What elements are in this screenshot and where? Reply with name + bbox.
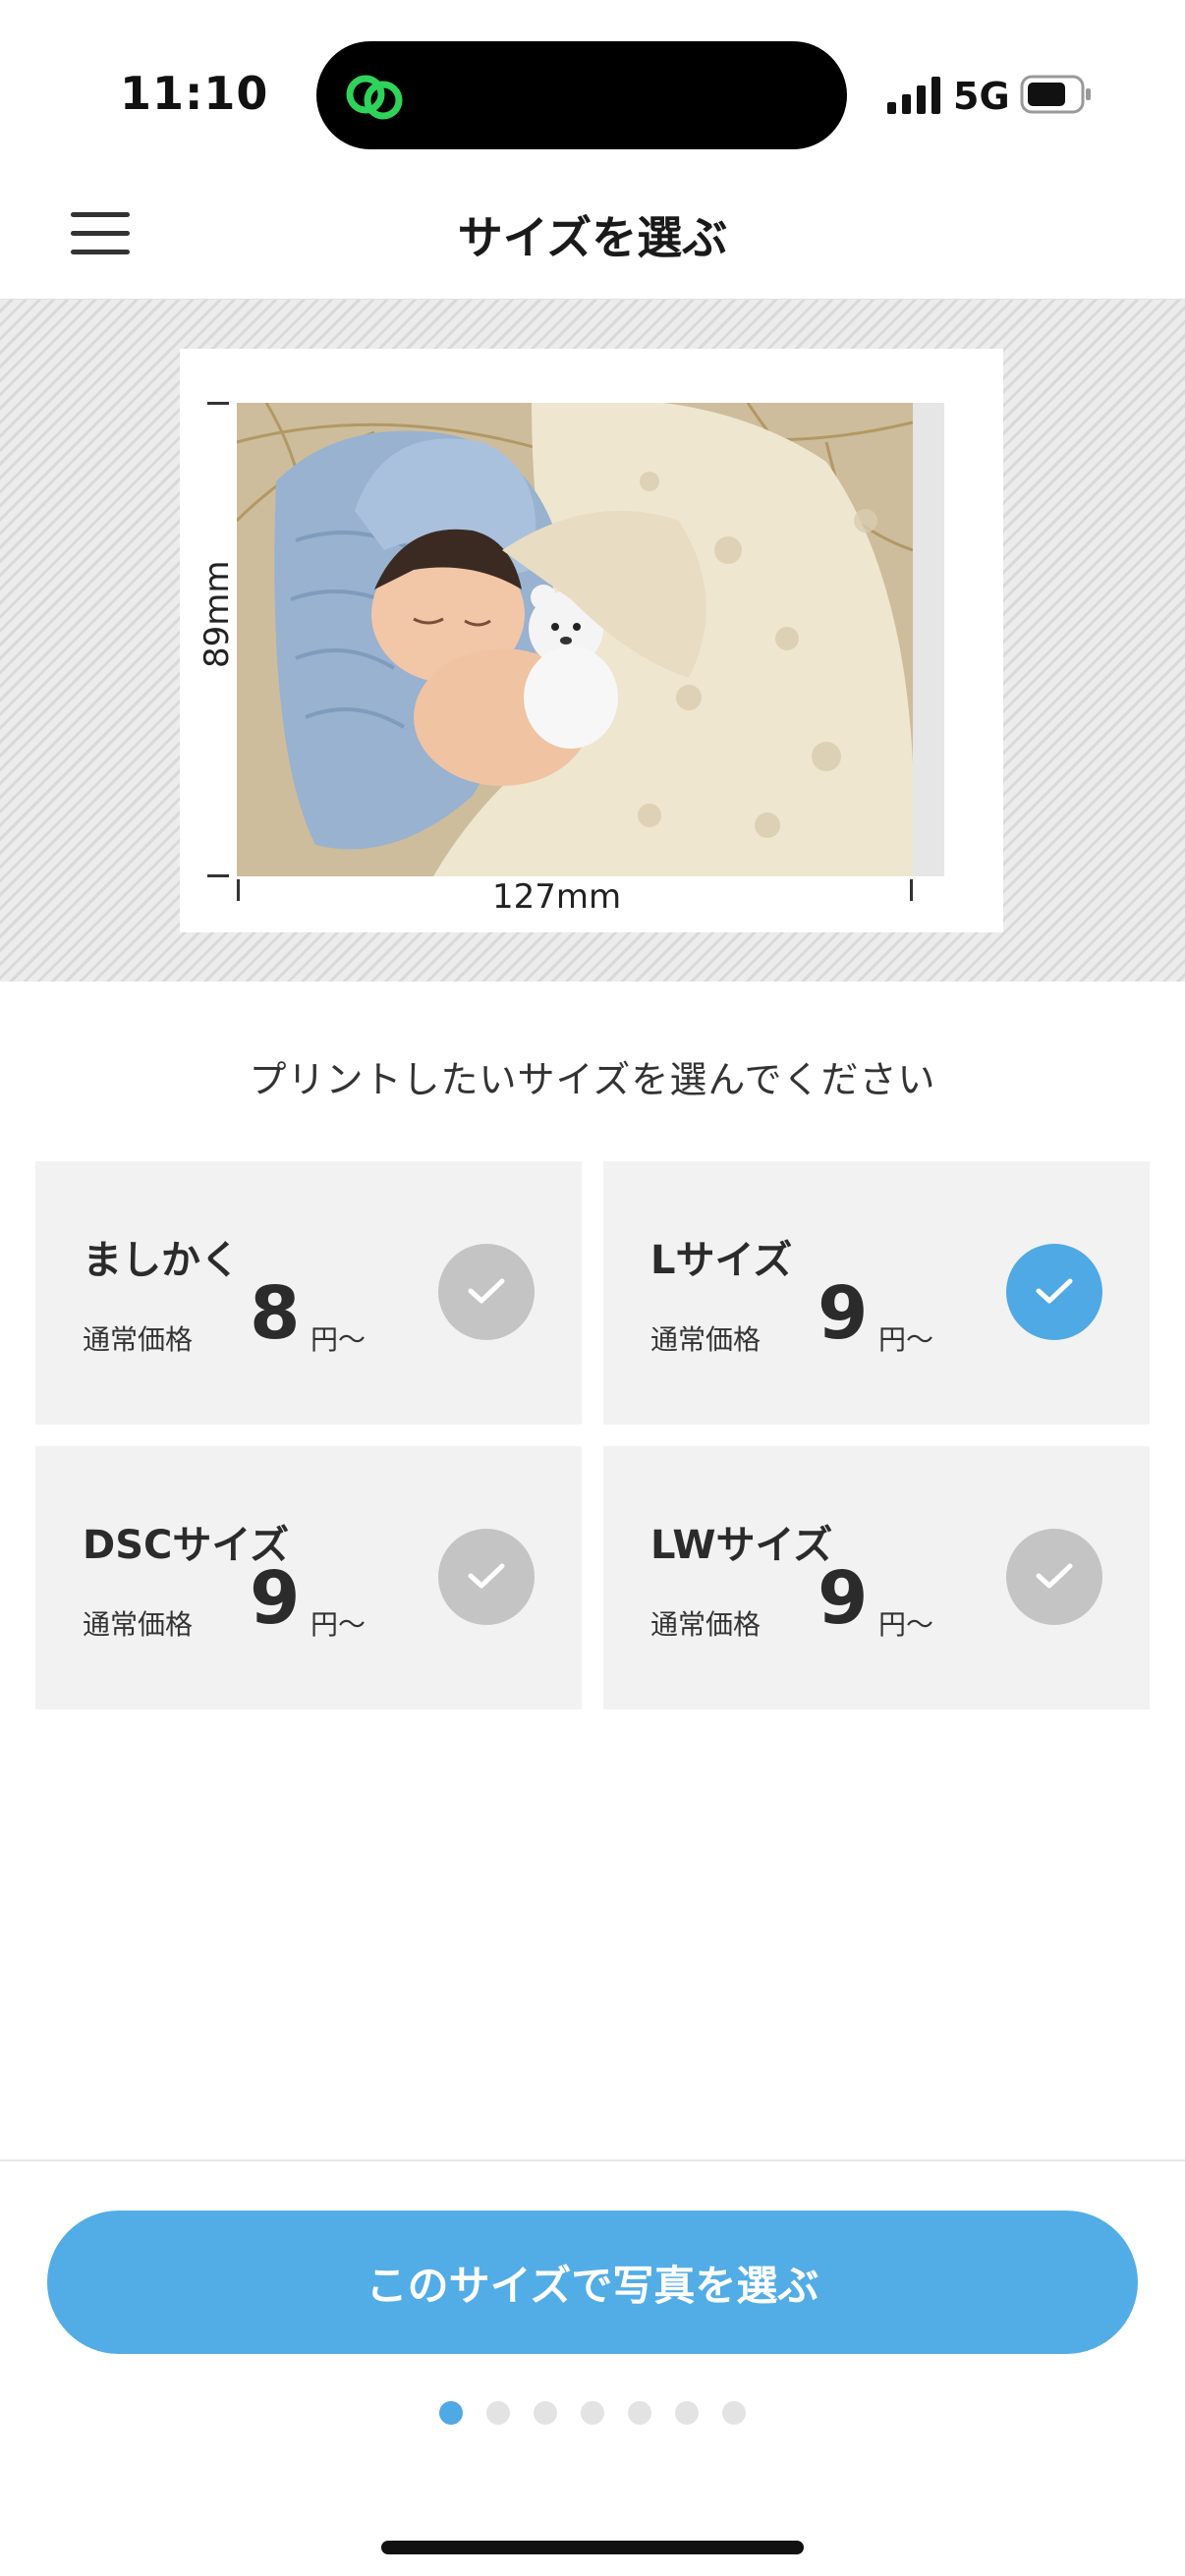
- dynamic-island: [316, 41, 847, 149]
- size-card-mashikaku[interactable]: ましかく 通常価格 8 円〜: [35, 1161, 582, 1425]
- signal-icon: [887, 77, 940, 114]
- price-label: 通常価格: [83, 1323, 194, 1356]
- size-card-dsc[interactable]: DSCサイズ 通常価格 9 円〜: [35, 1446, 582, 1709]
- print-margin: [913, 403, 944, 876]
- width-dimension-label: 127mm: [492, 877, 622, 917]
- size-name: LWサイズ: [650, 1523, 833, 1568]
- height-dimension-label: 89mm: [198, 560, 237, 668]
- price-value: 8: [250, 1271, 301, 1356]
- link-activity-icon: [346, 75, 403, 120]
- price-value: 9: [818, 1556, 869, 1641]
- battery-icon: [1020, 75, 1091, 114]
- price-label: 通常価格: [650, 1323, 762, 1356]
- pagination-dot-4[interactable]: [581, 2401, 604, 2425]
- app-header: サイズを選ぶ: [0, 177, 1185, 301]
- checkmark-icon: [1006, 1244, 1102, 1340]
- page-title: サイズを選ぶ: [457, 211, 728, 264]
- print-preview-area: 89mm 127mm: [0, 300, 1185, 981]
- checkmark-icon: [438, 1529, 535, 1625]
- home-indicator[interactable]: [381, 2541, 804, 2554]
- pagination-dot-6[interactable]: [675, 2401, 699, 2425]
- pagination-dot-1[interactable]: [439, 2401, 463, 2425]
- pagination-dots: [0, 2401, 1185, 2429]
- price-unit: 円〜: [310, 1323, 367, 1356]
- price-label: 通常価格: [83, 1608, 194, 1641]
- price-label: 通常価格: [650, 1608, 762, 1641]
- checkmark-icon: [1006, 1529, 1102, 1625]
- print-paper: 89mm 127mm: [180, 349, 1003, 932]
- size-name: Lサイズ: [650, 1238, 793, 1283]
- instruction-text: プリントしたいサイズを選んでください: [249, 1058, 936, 1101]
- price-value: 9: [818, 1271, 869, 1356]
- pagination-dot-7[interactable]: [722, 2401, 746, 2425]
- size-card-lw[interactable]: LWサイズ 通常価格 9 円〜: [603, 1446, 1150, 1709]
- price-unit: 円〜: [310, 1608, 367, 1641]
- select-photos-button[interactable]: このサイズで写真を選ぶ: [47, 2211, 1138, 2354]
- footer-divider: [0, 2159, 1185, 2161]
- pagination-dot-5[interactable]: [628, 2401, 651, 2425]
- baby-photo-image: [237, 403, 913, 876]
- network-type: 5G: [953, 75, 1010, 118]
- price-unit: 円〜: [878, 1608, 934, 1641]
- pagination-dot-2[interactable]: [486, 2401, 510, 2425]
- pagination-dot-3[interactable]: [534, 2401, 557, 2425]
- price-unit: 円〜: [878, 1323, 934, 1356]
- status-time: 11:10: [120, 67, 269, 120]
- size-card-l[interactable]: Lサイズ 通常価格 9 円〜: [603, 1161, 1150, 1425]
- size-name: ましかく: [83, 1238, 240, 1283]
- price-value: 9: [250, 1556, 301, 1641]
- checkmark-icon: [438, 1244, 535, 1340]
